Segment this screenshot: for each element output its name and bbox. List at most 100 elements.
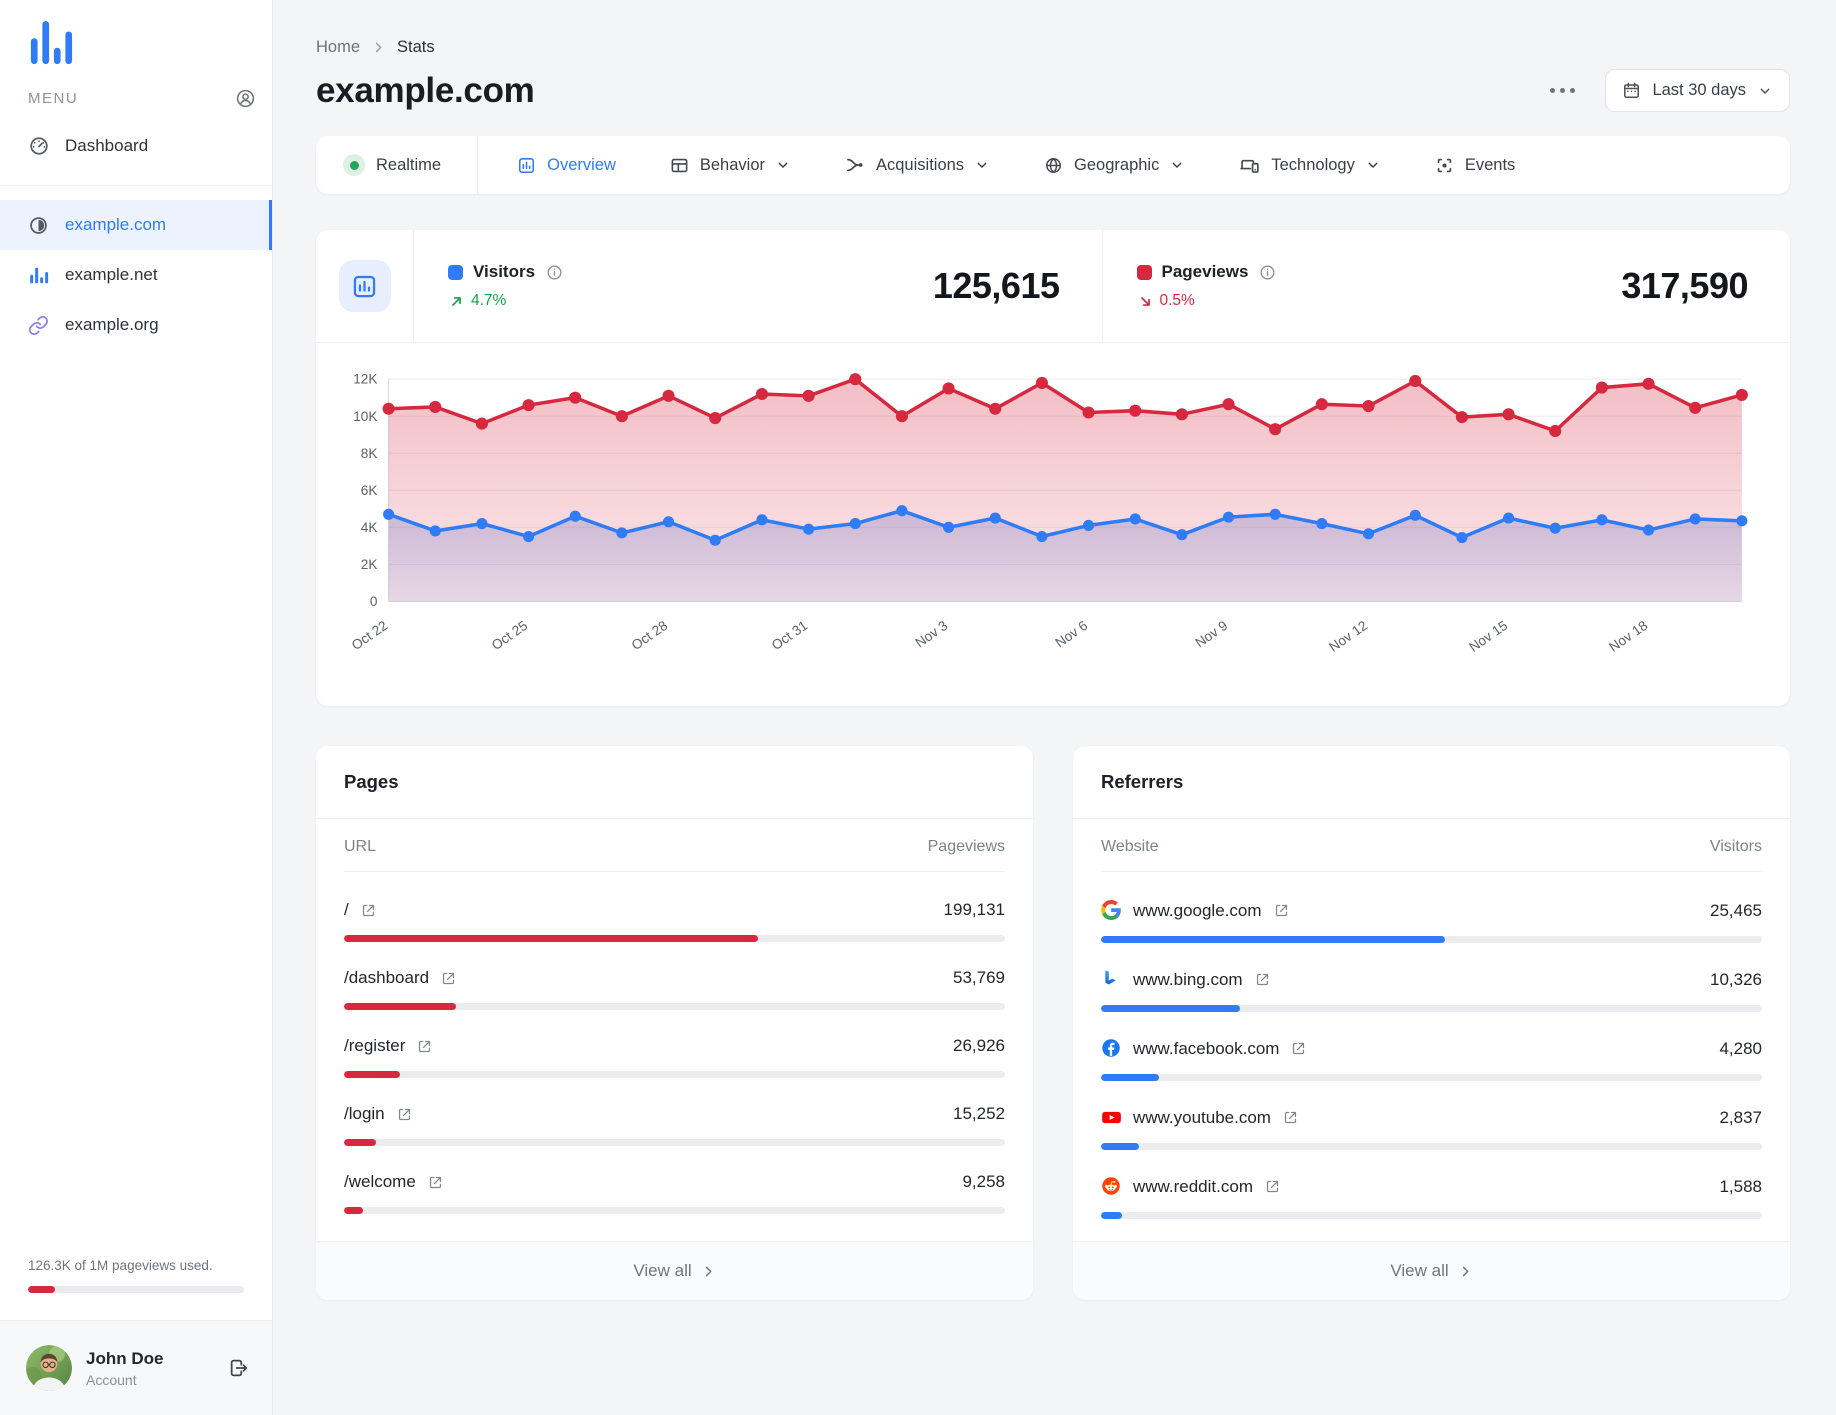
analytics-dashboard: MENU Dashboard example.com example.net exa…	[0, 0, 1836, 1415]
technology-icon	[1239, 155, 1260, 176]
bars-icon	[28, 264, 50, 286]
table-row[interactable]: www.youtube.com 2,837	[1073, 1081, 1790, 1151]
calendar-icon	[1622, 81, 1641, 100]
reddit-favicon-icon	[1101, 1176, 1122, 1197]
table-row[interactable]: www.google.com 25,465	[1073, 874, 1790, 944]
usage-text: 126.3K of 1M pageviews used.	[28, 1258, 213, 1273]
page-url: /dashboard	[344, 968, 430, 988]
tab-acquisitions[interactable]: Acquisitions	[818, 136, 1017, 194]
referrers-col-website: Website	[1101, 838, 1159, 856]
pages-col-url: URL	[344, 838, 377, 856]
row-value: 2,837	[1719, 1107, 1762, 1127]
stats-row: Visitors 4.7% 125,615 Pageviews 0.5% 317…	[316, 230, 1790, 343]
chevron-down-icon	[1365, 157, 1381, 173]
referrer-site: www.youtube.com	[1133, 1107, 1271, 1127]
pages-col-pageviews: Pageviews	[927, 838, 1005, 856]
svg-text:2K: 2K	[361, 557, 378, 572]
external-link-icon[interactable]	[1254, 971, 1271, 988]
facebook-favicon-icon	[1101, 1038, 1122, 1059]
external-link-icon[interactable]	[427, 1174, 444, 1191]
main-content: Home Stats example.com Last 30 days Real…	[273, 0, 1836, 1415]
svg-text:4K: 4K	[361, 520, 378, 535]
row-value: 1,588	[1719, 1176, 1762, 1196]
view-all-label: View all	[1390, 1261, 1449, 1281]
row-progressbar	[1101, 1143, 1762, 1151]
row-value: 15,252	[953, 1104, 1005, 1124]
google-favicon-icon	[1101, 900, 1122, 921]
row-progressbar	[344, 1003, 1005, 1011]
referrers-card-title: Referrers	[1073, 746, 1790, 820]
tab-geographic[interactable]: Geographic	[1017, 136, 1212, 194]
sidebar-item-dashboard[interactable]: Dashboard	[0, 121, 272, 171]
sidebar-item-label: Dashboard	[65, 136, 149, 155]
row-value: 4,280	[1719, 1038, 1762, 1058]
table-row[interactable]: / 199,131	[316, 874, 1033, 943]
svg-text:Oct 25: Oct 25	[489, 618, 530, 653]
user-circle-icon[interactable]	[235, 88, 256, 109]
external-link-icon[interactable]	[1290, 1040, 1307, 1057]
breadcrumb-current: Stats	[397, 38, 435, 56]
referrer-site: www.reddit.com	[1133, 1176, 1253, 1196]
referrer-site: www.facebook.com	[1133, 1038, 1280, 1058]
avatar	[26, 1345, 72, 1391]
row-progressbar	[1101, 936, 1762, 944]
row-value: 9,258	[962, 1172, 1005, 1192]
external-link-icon[interactable]	[440, 970, 457, 987]
referrer-site: www.google.com	[1133, 900, 1262, 920]
chevron-down-icon	[1169, 157, 1185, 173]
breadcrumb-home[interactable]: Home	[316, 38, 360, 57]
table-row[interactable]: www.bing.com 10,326	[1073, 943, 1790, 1013]
date-range-button[interactable]: Last 30 days	[1605, 69, 1790, 112]
logout-icon[interactable]	[228, 1357, 250, 1379]
table-row[interactable]: /dashboard 53,769	[316, 942, 1033, 1011]
info-icon[interactable]	[545, 263, 564, 282]
svg-text:Oct 22: Oct 22	[349, 618, 390, 653]
menu-header: MENU	[0, 72, 272, 121]
stat-icon-cell	[316, 230, 414, 342]
external-link-icon[interactable]	[1264, 1178, 1281, 1195]
traffic-chart[interactable]: 0 2K 4K 6K 8K 10K 12K Oct 22 Oct 25 Oct 28 Oct 31 N…	[316, 343, 1790, 706]
sidebar: MENU Dashboard example.com example.net exa…	[0, 0, 273, 1415]
chevron-down-icon	[1757, 83, 1773, 99]
external-link-icon[interactable]	[360, 902, 377, 919]
more-options-icon[interactable]	[1548, 82, 1577, 99]
visitors-label: Visitors	[473, 262, 536, 281]
external-link-icon[interactable]	[1273, 902, 1290, 919]
sidebar-divider	[0, 185, 272, 186]
visitors-change: 4.7%	[471, 292, 507, 309]
pages-card: Pages URL Pageviews / 199,131/dashboard 53…	[316, 746, 1033, 1301]
tab-label: Technology	[1271, 155, 1355, 174]
table-row[interactable]: /register 26,926	[316, 1010, 1033, 1079]
referrers-view-all-button[interactable]: View all	[1073, 1241, 1790, 1301]
table-row[interactable]: /welcome 9,258	[316, 1146, 1033, 1215]
tab-realtime[interactable]: Realtime	[316, 136, 479, 194]
table-row[interactable]: www.reddit.com 1,588	[1073, 1150, 1790, 1220]
table-row[interactable]: www.facebook.com 4,280	[1073, 1012, 1790, 1082]
sidebar-item-example.org[interactable]: example.org	[0, 300, 272, 350]
svg-text:Oct 28: Oct 28	[629, 618, 670, 653]
external-link-icon[interactable]	[1282, 1109, 1299, 1126]
sidebar-item-example.com[interactable]: example.com	[0, 200, 272, 250]
tab-behavior[interactable]: Behavior	[643, 136, 818, 194]
pages-view-all-button[interactable]: View all	[316, 1241, 1033, 1301]
menu-label: MENU	[28, 90, 79, 107]
arrow-up-right-icon	[448, 293, 465, 310]
sidebar-item-label: example.net	[65, 265, 158, 284]
overview-icon	[517, 156, 536, 175]
chevron-down-icon	[775, 157, 791, 173]
sidebar-item-example.net[interactable]: example.net	[0, 250, 272, 300]
info-icon[interactable]	[1258, 263, 1277, 282]
tab-label: Realtime	[376, 155, 442, 174]
external-link-icon[interactable]	[416, 1038, 433, 1055]
tab-overview[interactable]: Overview	[490, 136, 643, 194]
svg-text:Nov 9: Nov 9	[1192, 618, 1230, 651]
tab-events[interactable]: Events	[1408, 136, 1542, 194]
tab-label: Acquisitions	[876, 155, 965, 174]
page-url: /login	[344, 1104, 385, 1124]
account-section[interactable]: John Doe Account	[0, 1320, 272, 1415]
table-row[interactable]: /login 15,252	[316, 1078, 1033, 1147]
row-progressbar	[1101, 1212, 1762, 1220]
tab-technology[interactable]: Technology	[1212, 136, 1407, 194]
external-link-icon[interactable]	[396, 1106, 413, 1123]
bing-favicon-icon	[1101, 969, 1122, 990]
